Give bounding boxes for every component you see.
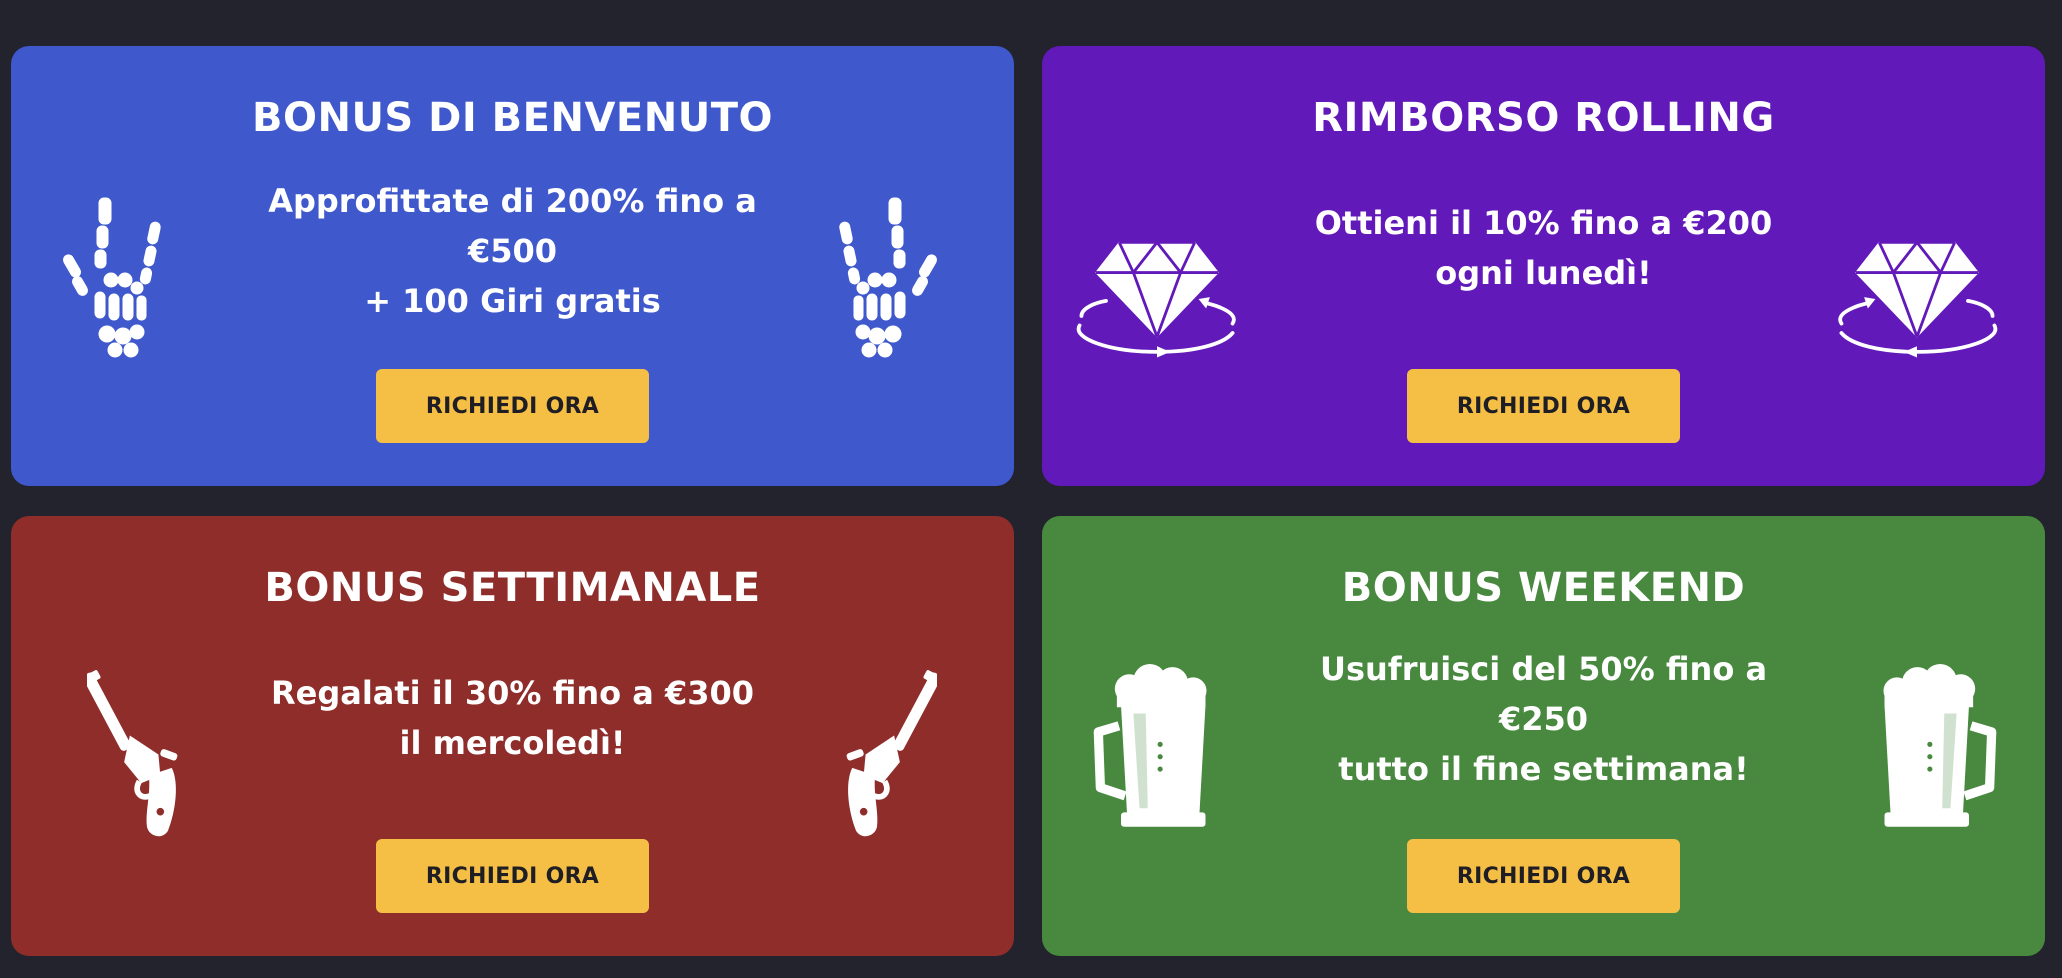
beer-mug-icon xyxy=(1080,664,1230,834)
card-description: Approfittate di 200% fino a €500 + 100 G… xyxy=(221,176,804,326)
bonus-grid: BONUS DI BENVENUTO Approfittate di 200% … xyxy=(0,0,2062,978)
description-line: il mercoledì! xyxy=(399,724,626,762)
skeleton-hand-icon xyxy=(61,197,162,358)
description-line: Ottieni il 10% fino a €200 xyxy=(1314,204,1773,242)
bonus-card-rolling-refund: RIMBORSO ROLLING Ottieni il 10% fino a €… xyxy=(1042,46,2045,486)
card-description: Ottieni il 10% fino a €200 ogni lunedì! xyxy=(1252,198,1835,298)
description-line: Approfittate di 200% fino a xyxy=(268,182,757,220)
beer-mug-icon xyxy=(1860,664,2010,834)
revolver-icon xyxy=(87,662,187,847)
revolver-icon xyxy=(837,662,937,847)
claim-button[interactable]: RICHIEDI ORA xyxy=(1407,369,1680,443)
bonus-card-weekly: BONUS SETTIMANALE Regalati il 30% fino a… xyxy=(11,516,1014,956)
description-line: + 100 Giri gratis xyxy=(364,282,661,320)
description-line: Usufruisci del 50% fino a xyxy=(1319,650,1768,688)
claim-button[interactable]: RICHIEDI ORA xyxy=(1407,839,1680,913)
skeleton-hand-icon xyxy=(838,197,939,358)
bonus-card-weekend: BONUS WEEKEND Usufruisci del 50% fino a … xyxy=(1042,516,2045,956)
claim-button[interactable]: RICHIEDI ORA xyxy=(376,839,649,913)
description-line: €500 xyxy=(467,232,558,270)
card-title: BONUS DI BENVENUTO xyxy=(251,95,773,141)
diamond-icon xyxy=(1838,240,1998,360)
description-line: €250 xyxy=(1498,700,1589,738)
bonus-card-welcome: BONUS DI BENVENUTO Approfittate di 200% … xyxy=(11,46,1014,486)
claim-button[interactable]: RICHIEDI ORA xyxy=(376,369,649,443)
diamond-icon xyxy=(1076,240,1236,360)
card-description: Usufruisci del 50% fino a €250 tutto il … xyxy=(1252,644,1835,794)
description-line: tutto il fine settimana! xyxy=(1338,750,1749,788)
card-title: BONUS WEEKEND xyxy=(1341,565,1746,611)
card-title: RIMBORSO ROLLING xyxy=(1312,95,1775,141)
description-line: Regalati il 30% fino a €300 xyxy=(270,674,755,712)
card-title: BONUS SETTIMANALE xyxy=(264,565,761,611)
card-description: Regalati il 30% fino a €300 il mercoledì… xyxy=(221,668,804,768)
description-line: ogni lunedì! xyxy=(1435,254,1652,292)
